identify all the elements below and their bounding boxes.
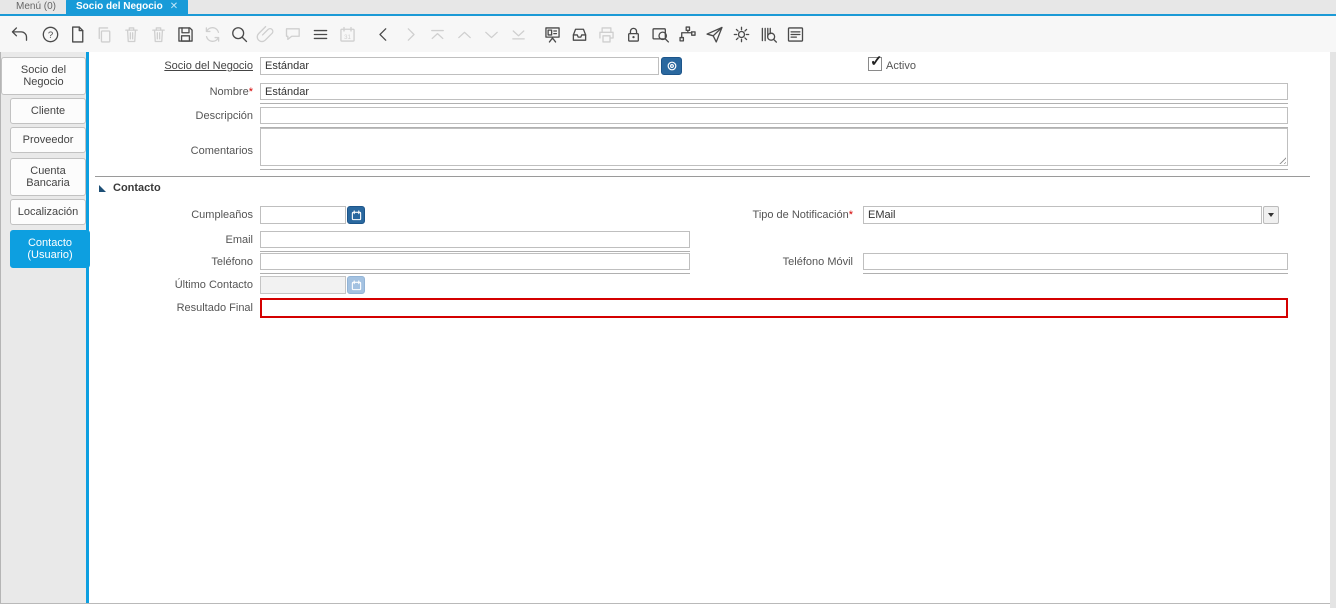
contact-section-header[interactable]: Contacto — [99, 182, 161, 194]
chat-icon — [281, 22, 305, 46]
notification-type-label: Tipo de Notificación* — [752, 209, 853, 221]
calendar-icon — [351, 279, 361, 290]
record-info-button[interactable] — [661, 57, 682, 75]
sidebar-tab-proveedor[interactable]: Proveedor — [10, 127, 86, 153]
phone-label: Teléfono — [211, 256, 253, 268]
field-underline — [863, 273, 1288, 274]
last-contact-input — [260, 276, 346, 294]
birthday-calendar-button[interactable] — [347, 206, 365, 224]
record-info-icon — [667, 61, 676, 71]
first-record-icon — [425, 22, 449, 46]
workflow-icon[interactable] — [675, 22, 699, 46]
save-icon[interactable] — [173, 22, 197, 46]
required-mark: * — [848, 209, 853, 221]
help-icon[interactable]: ? — [38, 22, 62, 46]
field-underline — [260, 169, 1288, 170]
delete-selection-icon — [146, 22, 170, 46]
collapse-arrow-icon — [99, 184, 106, 192]
desktop-tabbar: Menú (0) Socio del Negocio ✕ — [0, 0, 1336, 16]
sidebar-tab-contacto-usuario[interactable]: Contacto (Usuario) — [10, 230, 90, 268]
next-record-icon — [398, 22, 422, 46]
refresh-icon — [200, 22, 224, 46]
sidebar-tab-localización[interactable]: Localización — [10, 199, 86, 225]
report-icon[interactable] — [540, 22, 564, 46]
field-underline — [260, 103, 1288, 104]
grid-toggle-icon[interactable] — [308, 22, 332, 46]
window-bottom-border — [0, 603, 1330, 604]
lock-icon[interactable] — [621, 22, 645, 46]
required-mark: * — [248, 86, 253, 98]
svg-text:31: 31 — [344, 33, 351, 40]
toolbar: ? 31 — [0, 16, 1336, 52]
tab-menu-label: Menú (0) — [16, 1, 57, 12]
field-underline — [260, 251, 690, 252]
idempiere-window: Menú (0) Socio del Negocio ✕ ? 31 Socio d… — [0, 0, 1336, 608]
name-input[interactable] — [260, 83, 1288, 100]
bpartner-input[interactable] — [260, 57, 659, 75]
zoom-across-icon[interactable] — [648, 22, 672, 46]
new-record-icon[interactable] — [65, 22, 89, 46]
send-mail-icon[interactable] — [702, 22, 726, 46]
sidebar-tab-cuenta-bancaria[interactable]: Cuenta Bancaria — [10, 158, 86, 196]
birthday-label: Cumpleaños — [191, 209, 253, 221]
tab-socio-label: Socio del Negocio — [76, 1, 163, 12]
find-icon[interactable] — [227, 22, 251, 46]
mobile-input[interactable] — [863, 253, 1288, 270]
svg-text:?: ? — [47, 30, 52, 41]
description-label: Descripción — [195, 110, 253, 122]
delete-record-icon — [119, 22, 143, 46]
bpartner-label[interactable]: Socio del Negocio — [95, 60, 253, 72]
last-contact-calendar-button — [347, 276, 365, 294]
product-info-icon[interactable] — [756, 22, 780, 46]
chevron-down-icon — [1268, 213, 1274, 217]
previous-record-icon[interactable] — [371, 22, 395, 46]
attachment-icon — [254, 22, 278, 46]
print-icon — [594, 22, 618, 46]
last-result-label: Resultado Final — [176, 302, 253, 314]
parent-record-icon — [452, 22, 476, 46]
detail-record-icon — [479, 22, 503, 46]
last-result-input[interactable] — [260, 298, 1288, 318]
undo-icon[interactable] — [7, 22, 31, 46]
phone-input[interactable] — [260, 253, 690, 270]
notification-type-combobox[interactable]: EMail — [863, 206, 1262, 224]
contact-section-title: Contacto — [113, 182, 161, 194]
field-underline — [260, 273, 690, 274]
preferences-icon[interactable] — [729, 22, 753, 46]
section-separator — [95, 176, 1310, 177]
copy-record-icon — [92, 22, 116, 46]
email-input[interactable] — [260, 231, 690, 248]
name-label: Nombre* — [209, 86, 253, 98]
check-icon: ✓ — [870, 53, 883, 70]
notification-type-dropdown-button[interactable] — [1263, 206, 1279, 224]
comments-textarea[interactable] — [260, 128, 1288, 166]
tab-sidebar: Socio del Negocio Cliente Proveedor Cuenta … — [0, 52, 90, 603]
active-label: Activo — [886, 60, 916, 72]
close-icon[interactable]: ✕ — [170, 1, 178, 12]
window-report-icon[interactable] — [783, 22, 807, 46]
last-record-icon — [506, 22, 530, 46]
calendar-icon: 31 — [335, 22, 359, 46]
comments-label: Comentarios — [190, 145, 253, 157]
sidebar-tab-socio-del-negocio[interactable]: Socio del Negocio — [1, 57, 86, 95]
tab-socio-del-negocio[interactable]: Socio del Negocio ✕ — [66, 0, 189, 14]
active-checkbox[interactable]: ✓ — [868, 53, 883, 71]
active-tab-indicator — [86, 52, 89, 603]
sidebar-tab-cliente[interactable]: Cliente — [10, 98, 86, 124]
right-gutter — [1330, 52, 1336, 608]
notification-type-value: EMail — [868, 209, 896, 221]
archive-icon[interactable] — [567, 22, 591, 46]
tab-menu[interactable]: Menú (0) — [6, 0, 66, 14]
email-label: Email — [225, 234, 253, 246]
calendar-icon — [351, 209, 361, 220]
description-input[interactable] — [260, 107, 1288, 124]
last-contact-label: Último Contacto — [174, 279, 253, 291]
window-body: Socio del Negocio Cliente Proveedor Cuenta … — [0, 52, 1336, 608]
birthday-input[interactable] — [260, 206, 346, 224]
mobile-label: Teléfono Móvil — [782, 256, 853, 268]
